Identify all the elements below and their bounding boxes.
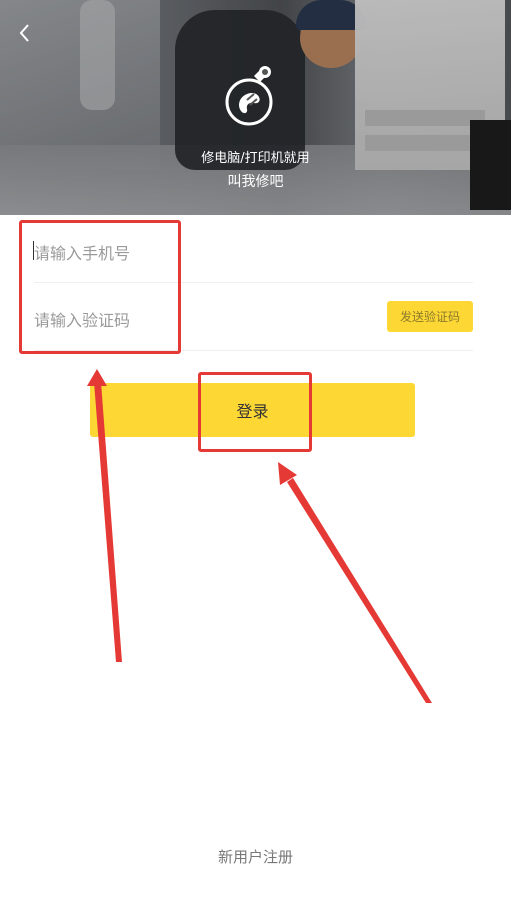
annotation-arrow-right-head — [278, 462, 297, 485]
banner-slogan-line-2: 叫我修吧 — [227, 174, 284, 190]
annotation-highlight-inputs — [19, 220, 181, 354]
header-banner: 修电脑/打印机就用 叫我修吧 — [0, 0, 511, 215]
banner-slogan-line-1: 修电脑/打印机就用 — [201, 151, 310, 166]
send-code-button[interactable]: 发送验证码 — [387, 301, 473, 332]
chevron-left-icon — [19, 24, 29, 42]
register-link[interactable]: 新用户注册 — [0, 846, 511, 867]
annotation-arrow-right-shaft — [287, 478, 432, 703]
back-button[interactable] — [14, 18, 38, 48]
wrench-hand-icon — [225, 66, 273, 126]
annotation-highlight-login — [198, 372, 312, 452]
